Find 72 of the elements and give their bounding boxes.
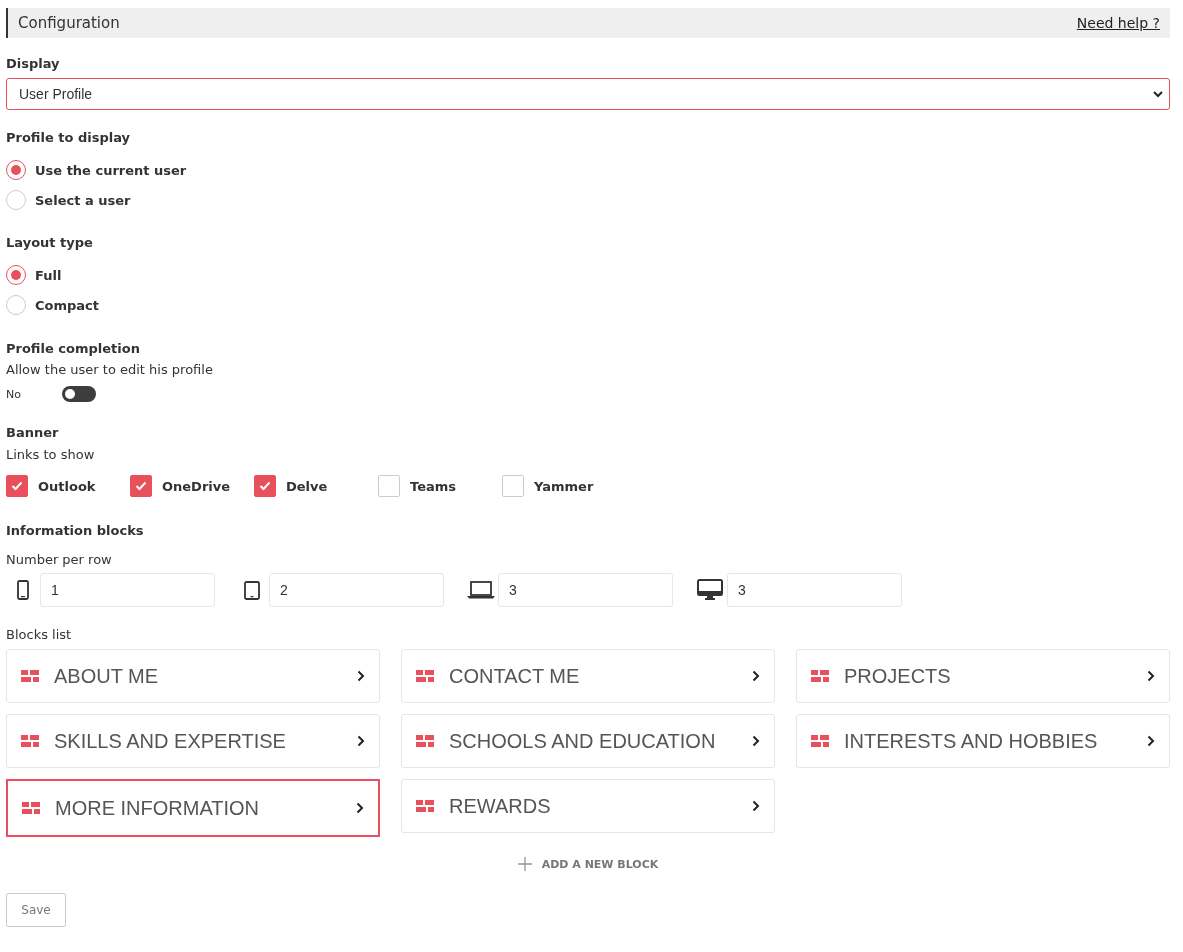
field-label: Banner [6, 425, 60, 440]
phone-icon [17, 580, 29, 600]
toggle-label: No [6, 387, 22, 401]
radio-button[interactable] [6, 160, 26, 180]
radio-label: Use the current user [35, 162, 187, 178]
monitor-icon [697, 579, 723, 601]
save-button[interactable]: Save [6, 893, 66, 927]
grid-icon [811, 735, 829, 747]
chevron-right-icon [1147, 735, 1155, 747]
block-list-item[interactable]: MORE INFORMATION [6, 779, 380, 837]
checkbox-label: Delve [286, 478, 328, 494]
checkbox-label: Teams [410, 478, 456, 494]
section-title: Configuration [18, 14, 120, 32]
radio-button[interactable] [6, 190, 26, 210]
block-list-item[interactable]: ABOUT ME [6, 649, 380, 703]
tablet-icon [244, 580, 260, 600]
checkmark-icon [259, 481, 271, 491]
checkbox[interactable] [254, 475, 276, 497]
grid-icon [811, 670, 829, 682]
grid-icon [21, 735, 39, 747]
chevron-right-icon [752, 670, 760, 682]
block-list-item[interactable]: SCHOOLS AND EDUCATION [401, 714, 775, 768]
block-list-item[interactable]: INTERESTS AND HOBBIES [796, 714, 1170, 768]
block-list-item[interactable]: PROJECTS [796, 649, 1170, 703]
field-label: Display [6, 56, 61, 71]
radio-label: Compact [35, 297, 100, 313]
number-field[interactable]: 3 [498, 573, 673, 607]
field-label: Information blocks [6, 523, 145, 538]
number-field[interactable]: 1 [40, 573, 215, 607]
checkmark-icon [11, 481, 23, 491]
block-list-item[interactable]: CONTACT ME [401, 649, 775, 703]
number-field[interactable]: 2 [269, 573, 444, 607]
field-description: Links to show [6, 447, 96, 462]
grid-icon [22, 802, 40, 814]
chevron-right-icon [1147, 670, 1155, 682]
field-description: Allow the user to edit his profile [6, 362, 214, 377]
field-label: Profile completion [6, 341, 141, 356]
checkmark-icon [135, 481, 147, 491]
grid-icon [416, 800, 434, 812]
block-list-item[interactable]: SKILLS AND EXPERTISE [6, 714, 380, 768]
help-link[interactable]: Need help ? [1076, 15, 1160, 31]
chevron-down-icon [1153, 90, 1163, 98]
chevron-right-icon [357, 670, 365, 682]
grid-icon [416, 670, 434, 682]
chevron-right-icon [356, 802, 364, 814]
grid-icon [416, 735, 434, 747]
checkbox[interactable] [502, 475, 524, 497]
radio-button[interactable] [6, 265, 26, 285]
chevron-right-icon [752, 735, 760, 747]
radio-label: Full [35, 267, 62, 283]
field-label: Layout type [6, 235, 94, 250]
checkbox-label: Outlook [38, 478, 96, 494]
field-label: Profile to display [6, 130, 132, 145]
radio-button[interactable] [6, 295, 26, 315]
field-description: Blocks list [6, 627, 73, 642]
toggle-switch[interactable] [62, 386, 96, 402]
field-description: Number per row [6, 552, 113, 567]
checkbox[interactable] [130, 475, 152, 497]
checkbox-label: OneDrive [162, 478, 231, 494]
add-block-link[interactable]: ADD A NEW BLOCK [541, 857, 659, 871]
laptop-icon [467, 581, 495, 599]
checkbox[interactable] [6, 475, 28, 497]
number-field[interactable]: 3 [727, 573, 902, 607]
grid-icon [21, 670, 39, 682]
display-dropdown[interactable]: User Profile [6, 78, 1170, 110]
chevron-right-icon [357, 735, 365, 747]
block-list-item[interactable]: REWARDS [401, 779, 775, 833]
chevron-right-icon [752, 800, 760, 812]
checkbox[interactable] [378, 475, 400, 497]
checkbox-label: Yammer [534, 478, 594, 494]
plus-icon [517, 857, 532, 871]
radio-label: Select a user [35, 192, 131, 208]
